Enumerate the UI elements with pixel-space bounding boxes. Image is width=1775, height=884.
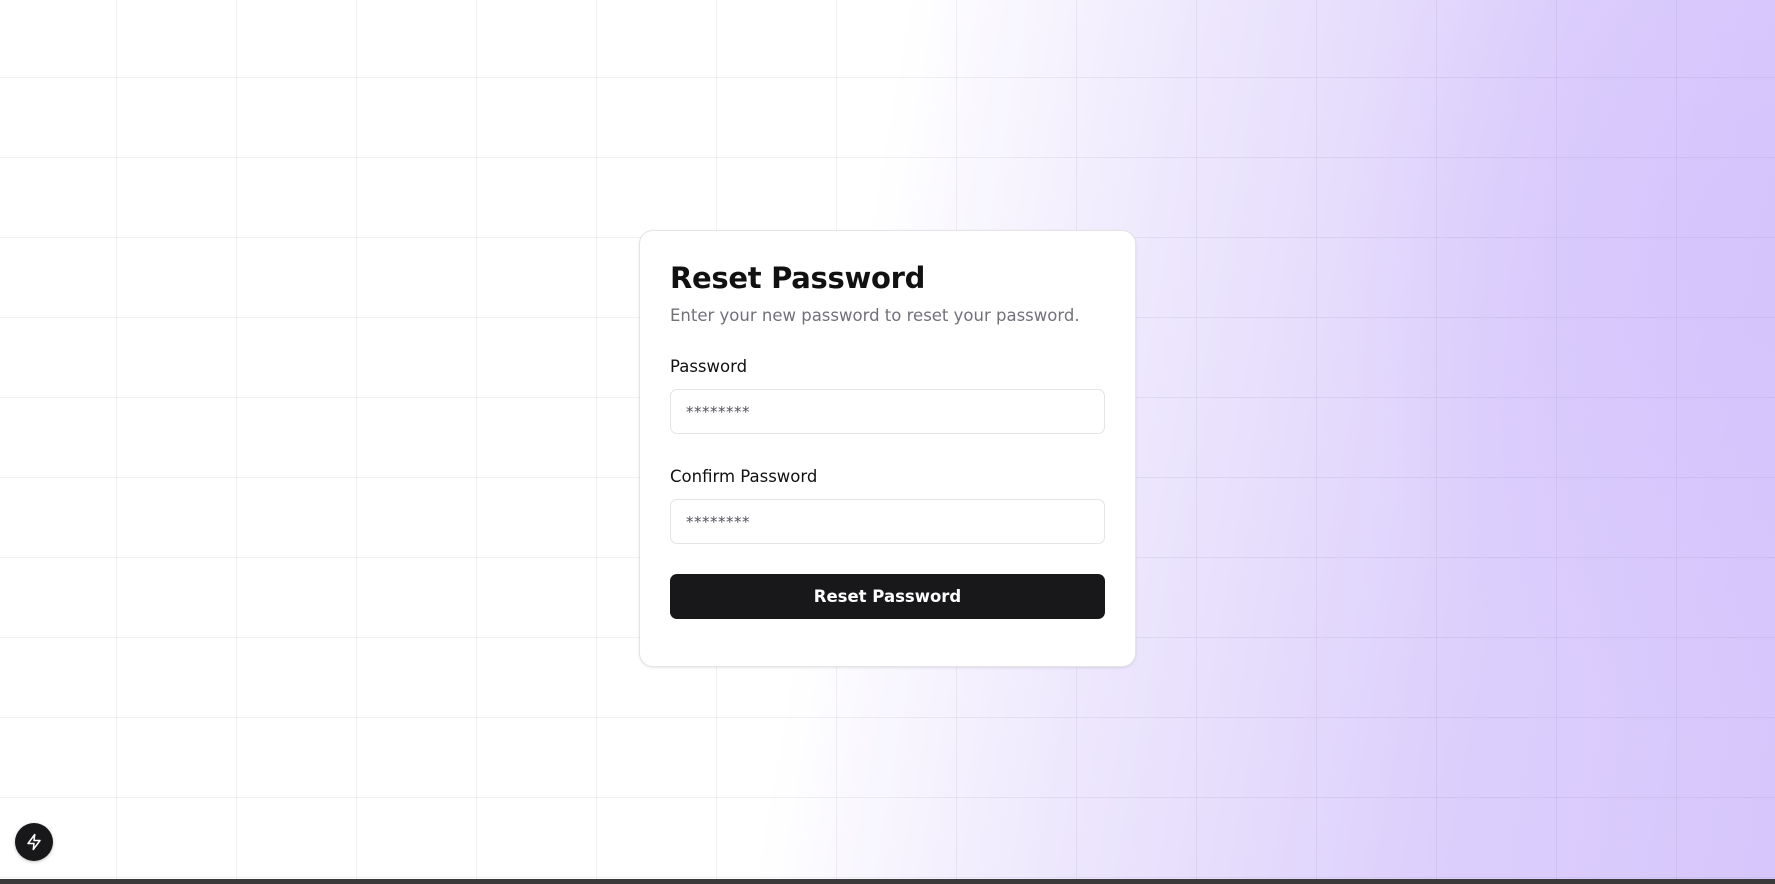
bottom-edge-bar — [0, 879, 1775, 884]
password-label: Password — [670, 357, 748, 376]
confirm-password-input[interactable] — [670, 499, 1105, 544]
page: Reset Password Enter your new password t… — [0, 0, 1775, 884]
password-field-group: Password — [670, 357, 1105, 434]
confirm-password-label: Confirm Password — [670, 467, 818, 486]
reset-password-card: Reset Password Enter your new password t… — [639, 230, 1136, 667]
card-title: Reset Password — [670, 261, 926, 295]
floating-action-button[interactable] — [15, 823, 53, 861]
password-input[interactable] — [670, 389, 1105, 434]
card-subtitle: Enter your new password to reset your pa… — [670, 306, 1080, 325]
reset-password-button[interactable]: Reset Password — [670, 574, 1105, 619]
lightning-bolt-icon — [27, 833, 41, 851]
confirm-password-field-group: Confirm Password — [670, 467, 1105, 544]
